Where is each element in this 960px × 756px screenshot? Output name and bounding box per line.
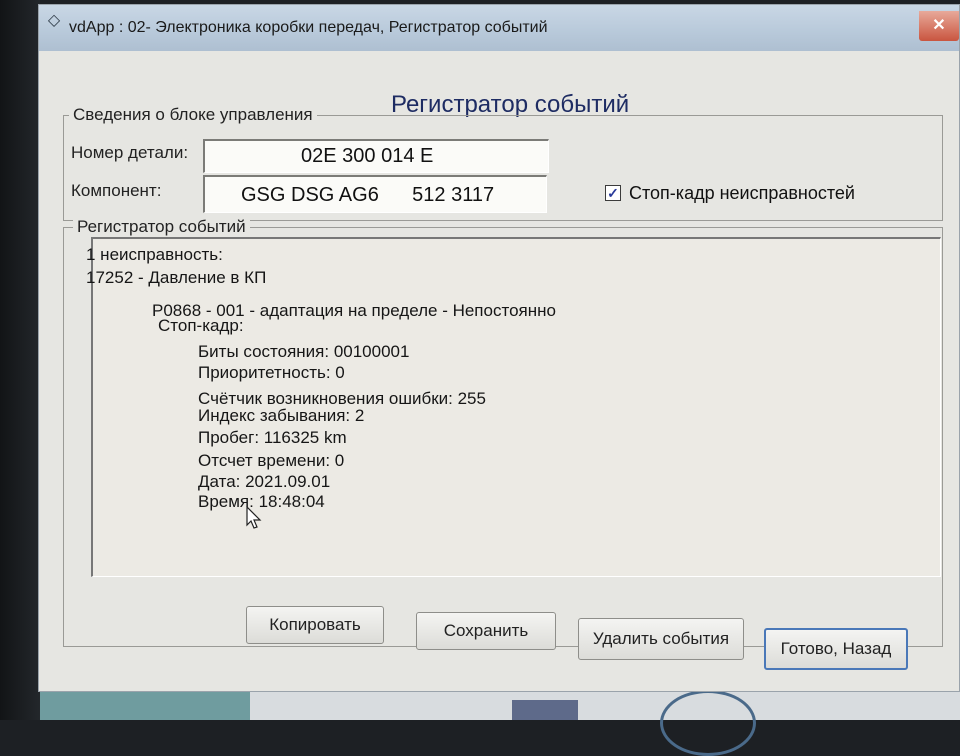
log-line-freeze-frame: Стоп-кадр: [158,316,244,335]
part-number-field[interactable]: 02E 300 014 E [203,139,549,173]
component-field[interactable]: GSG DSG AG6 512 3117 [203,175,547,213]
window-title: vdApp : 02- Электроника коробки передач,… [69,19,548,36]
done-back-button[interactable]: Готово, Назад [764,628,908,670]
log-line-fault-count: 1 неисправность: [86,245,223,264]
part-number-label: Номер детали: [71,143,189,162]
log-line-date: Дата: 2021.09.01 [198,472,331,491]
save-button[interactable]: Сохранить [416,612,556,650]
background-arc [660,690,756,756]
control-unit-group-legend: Сведения о блоке управления [69,105,317,125]
copy-button[interactable]: Копировать [246,606,384,644]
event-log-group-legend: Регистратор событий [73,217,250,237]
freeze-frame-checkbox[interactable]: ✓ [605,185,621,201]
log-line-status-bits: Биты состояния: 00100001 [198,342,410,361]
freeze-frame-label: Стоп-кадр неисправностей [629,183,855,203]
log-line-time-counter: Отсчет времени: 0 [198,451,345,470]
title-bar[interactable]: ◇ vdApp : 02- Электроника коробки переда… [39,5,959,51]
delete-events-button[interactable]: Удалить события [578,618,744,660]
mouse-cursor-icon [246,506,262,529]
component-label: Компонент: [71,181,162,200]
log-line-fault-code: 17252 - Давление в КП [86,268,267,287]
close-icon: ✕ [932,17,946,34]
app-icon: ◇ [47,12,61,29]
log-line-priority: Приоритетность: 0 [198,363,345,382]
background-badge [512,700,578,720]
monitor-bezel [0,0,40,720]
log-line-mileage: Пробег: 116325 km [198,428,347,447]
event-recorder-window: ◇ vdApp : 02- Электроника коробки переда… [38,4,960,692]
close-button[interactable]: ✕ [919,11,959,41]
log-line-forget-index: Индекс забывания: 2 [198,406,365,425]
